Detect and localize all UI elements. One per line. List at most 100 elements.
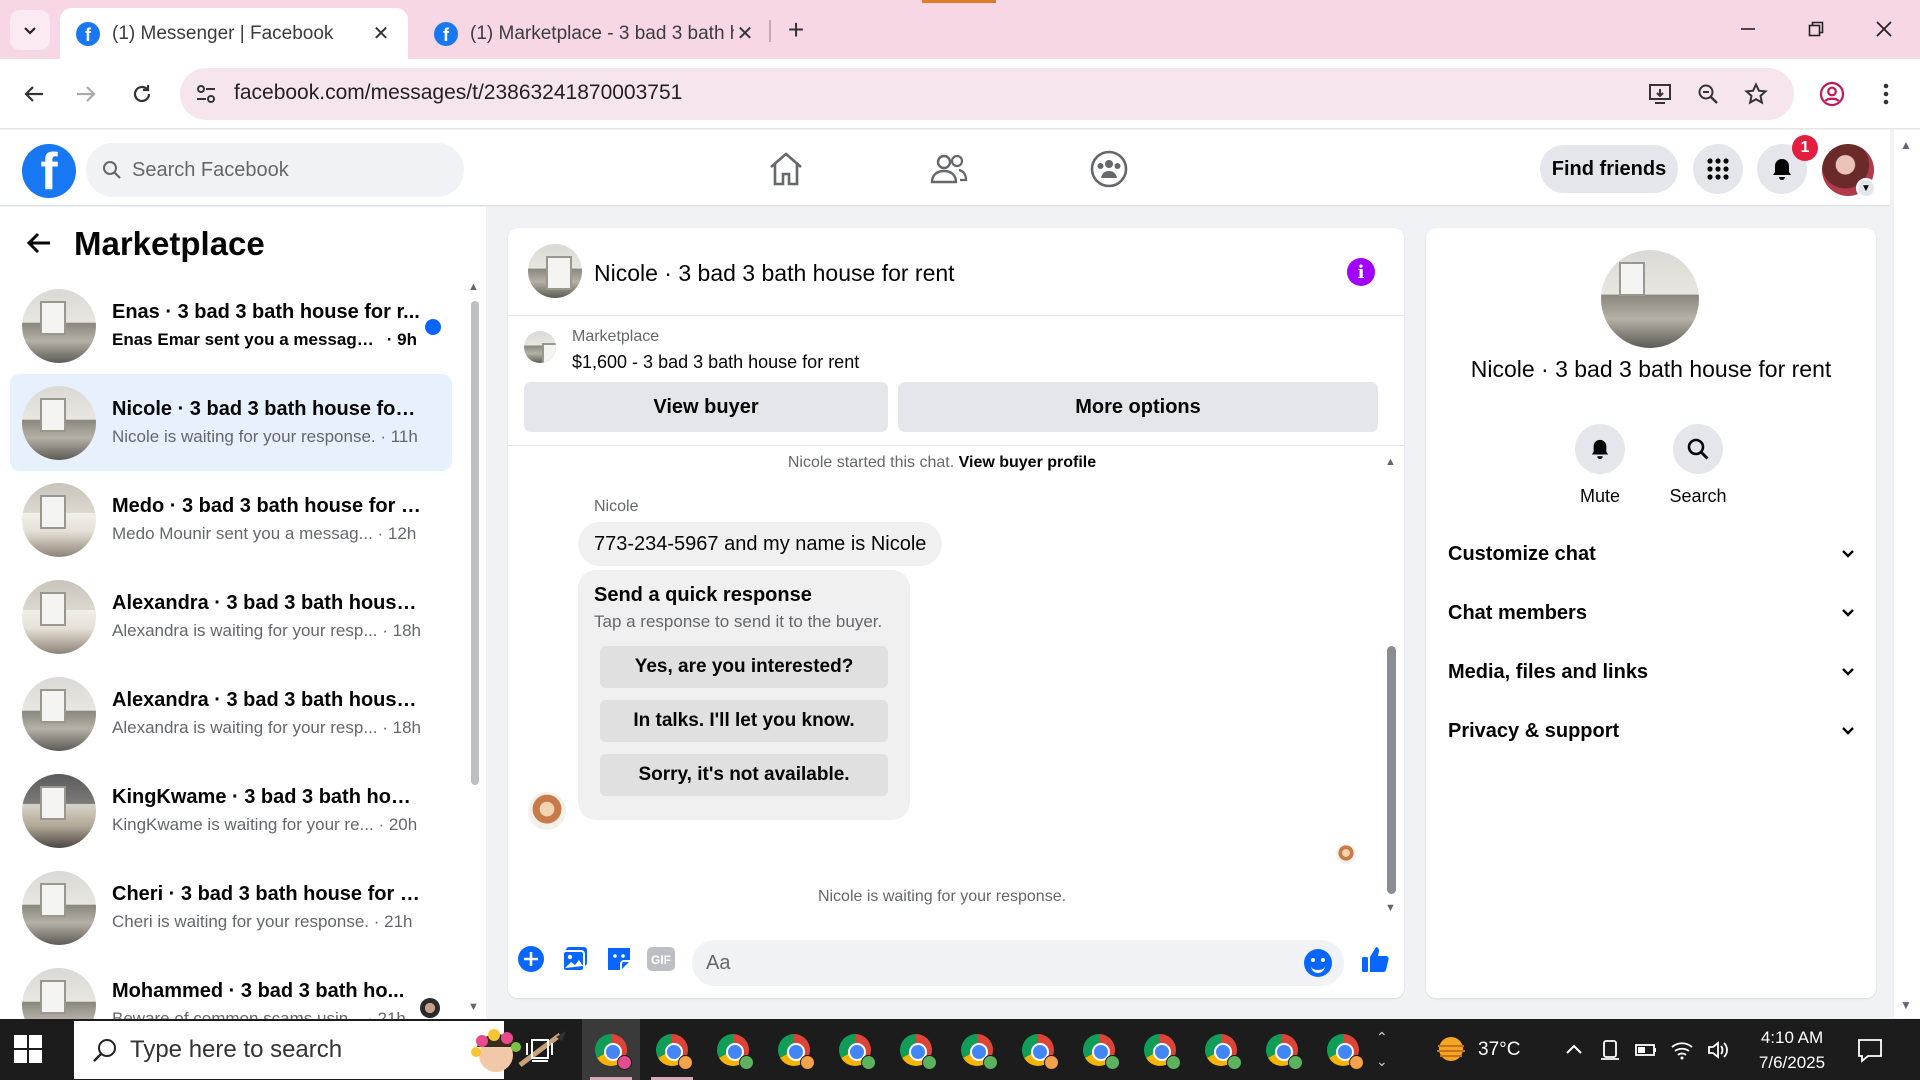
scroll-down-icon[interactable]: ▼ [1385, 902, 1396, 914]
privacy-support-section[interactable]: Privacy & support [1448, 713, 1856, 749]
sidebar-scrollbar[interactable]: ▲ ▼ [468, 281, 480, 1013]
scroll-up-icon[interactable]: ▲ [1900, 138, 1912, 152]
tab-marketplace[interactable]: f (1) Marketplace - 3 bad 3 bath h ✕ [418, 8, 772, 59]
install-app-icon[interactable] [1646, 80, 1674, 108]
taskbar-chrome[interactable] [1192, 1019, 1250, 1080]
weather-sun-icon[interactable] [1434, 1033, 1468, 1065]
taskbar-chrome[interactable] [948, 1019, 1006, 1080]
find-friends-button[interactable]: Find friends [1540, 145, 1678, 193]
view-buyer-profile-link[interactable]: View buyer profile [959, 454, 1097, 471]
chat-members-section[interactable]: Chat members [1448, 595, 1856, 631]
view-buyer-button[interactable]: View buyer [524, 382, 888, 432]
conversation-item[interactable]: KingKwame · 3 bad 3 bath hous... KingKwa… [10, 762, 452, 859]
browser-menu-button[interactable] [1866, 74, 1906, 114]
volume-icon[interactable] [1706, 1038, 1730, 1062]
close-tab-icon[interactable]: ✕ [734, 23, 756, 45]
search-action[interactable]: Search [1658, 424, 1738, 507]
more-options-button[interactable]: More options [898, 382, 1378, 432]
battery-icon[interactable] [1634, 1038, 1658, 1062]
message-bubble[interactable]: 773-234-5967 and my name is Nicole [578, 522, 943, 566]
reload-button[interactable] [122, 74, 162, 114]
close-window-button[interactable] [1864, 12, 1904, 46]
taskbar-chrome[interactable] [1131, 1019, 1189, 1080]
media-files-links-section[interactable]: Media, files and links [1448, 654, 1856, 690]
conversation-item[interactable]: Enas · 3 bad 3 bath house for r... Enas … [10, 277, 452, 374]
more-actions-plus-icon[interactable] [516, 944, 546, 974]
tab-messenger[interactable]: f (1) Messenger | Facebook ✕ [60, 8, 408, 59]
facebook-search[interactable] [86, 143, 464, 197]
url-text[interactable]: facebook.com/messages/t/2386324187000375… [234, 81, 682, 105]
quick-response-button[interactable]: In talks. I'll let you know. [600, 700, 888, 742]
info-icon[interactable]: i [1347, 258, 1375, 286]
bell-icon[interactable] [1575, 424, 1625, 474]
scroll-down-icon[interactable]: ▼ [468, 1001, 479, 1013]
action-center-icon[interactable] [1856, 1036, 1884, 1064]
friends-nav[interactable] [926, 146, 972, 192]
groups-nav[interactable] [1086, 146, 1132, 192]
quick-response-button[interactable]: Sorry, it's not available. [600, 754, 888, 796]
sticker-icon[interactable] [604, 944, 634, 974]
emoji-icon[interactable] [1304, 949, 1332, 977]
device-icon[interactable] [1598, 1038, 1622, 1062]
account-menu-chevron-icon[interactable]: ▼ [1856, 178, 1876, 198]
photo-icon[interactable] [560, 944, 590, 974]
forward-button[interactable] [66, 74, 106, 114]
page-scrollbar[interactable]: ▲ ▼ [1894, 130, 1920, 1018]
taskbar-scroll-arrows[interactable]: ⌃ ⌄ [1376, 1025, 1388, 1073]
gif-icon[interactable]: GIF [646, 944, 676, 974]
conversation-item[interactable]: Medo · 3 bad 3 bath house for r... Medo … [10, 471, 452, 568]
sidebar-scroll-thumb[interactable] [471, 301, 479, 785]
chat-scroll-thumb[interactable] [1387, 646, 1396, 894]
zoom-icon[interactable] [1694, 80, 1722, 108]
back-arrow-icon[interactable] [26, 228, 52, 260]
wifi-icon[interactable] [1670, 1038, 1694, 1062]
taskbar-chrome[interactable] [765, 1019, 823, 1080]
minimize-button[interactable] [1728, 12, 1768, 46]
scroll-up-icon[interactable]: ▲ [468, 281, 479, 293]
address-bar[interactable]: facebook.com/messages/t/2386324187000375… [180, 68, 1794, 120]
message-input-wrapper[interactable] [692, 940, 1344, 986]
chat-title[interactable]: Nicole · 3 bad 3 bath house for rent [594, 260, 955, 287]
taskbar-chrome-active[interactable] [582, 1019, 640, 1080]
taskbar-chrome[interactable] [826, 1019, 884, 1080]
new-tab-button[interactable]: + [780, 14, 812, 46]
tab-search-button[interactable] [10, 10, 50, 50]
close-tab-icon[interactable]: ✕ [370, 23, 392, 45]
conversation-item[interactable]: Nicole · 3 bad 3 bath house for ... Nico… [10, 374, 452, 471]
taskbar-chrome[interactable] [1070, 1019, 1128, 1080]
windows-start-icon[interactable] [14, 1035, 42, 1063]
home-nav[interactable] [763, 146, 809, 192]
site-info-icon[interactable] [194, 82, 218, 106]
back-button[interactable] [14, 74, 54, 114]
menu-button[interactable] [1693, 144, 1743, 194]
mute-action[interactable]: Mute [1560, 424, 1640, 507]
conversation-item[interactable]: Cheri · 3 bad 3 bath house for r... Cher… [10, 859, 452, 956]
conversation-item[interactable]: Alexandra · 3 bad 3 bath house ... Alexa… [10, 568, 452, 665]
system-clock[interactable]: 4:10 AM 7/6/2025 [1738, 1025, 1846, 1075]
facebook-logo[interactable]: f [22, 144, 76, 198]
info-avatar[interactable] [1601, 250, 1699, 348]
task-view-icon[interactable] [524, 1037, 554, 1063]
taskbar-chrome[interactable] [1253, 1019, 1311, 1080]
temperature[interactable]: 37°C [1478, 1039, 1520, 1061]
chat-avatar[interactable] [528, 244, 582, 298]
facebook-search-input[interactable] [132, 158, 432, 182]
scroll-down-icon[interactable]: ▼ [1900, 998, 1912, 1012]
chat-scrollbar[interactable]: ▲ ▼ [1384, 456, 1398, 916]
taskbar-chrome[interactable] [887, 1019, 945, 1080]
taskbar-chrome[interactable] [643, 1019, 701, 1080]
quick-response-button[interactable]: Yes, are you interested? [600, 646, 888, 688]
conversation-item[interactable]: Alexandra · 3 bad 3 bath house ... Alexa… [10, 665, 452, 762]
customize-chat-section[interactable]: Customize chat [1448, 536, 1856, 572]
taskbar-chrome[interactable] [1314, 1019, 1372, 1080]
taskbar-chrome[interactable] [704, 1019, 762, 1080]
scroll-up-icon[interactable]: ▲ [1385, 456, 1396, 468]
profile-button[interactable] [1812, 74, 1852, 114]
restore-button[interactable] [1796, 12, 1836, 46]
taskbar-search[interactable]: Type here to search [74, 1021, 566, 1079]
taskbar-chrome[interactable] [1009, 1019, 1067, 1080]
bookmark-star-icon[interactable] [1742, 80, 1770, 108]
message-input[interactable] [706, 951, 1266, 975]
chevron-up-icon[interactable] [1562, 1038, 1586, 1062]
like-button[interactable] [1360, 944, 1390, 974]
